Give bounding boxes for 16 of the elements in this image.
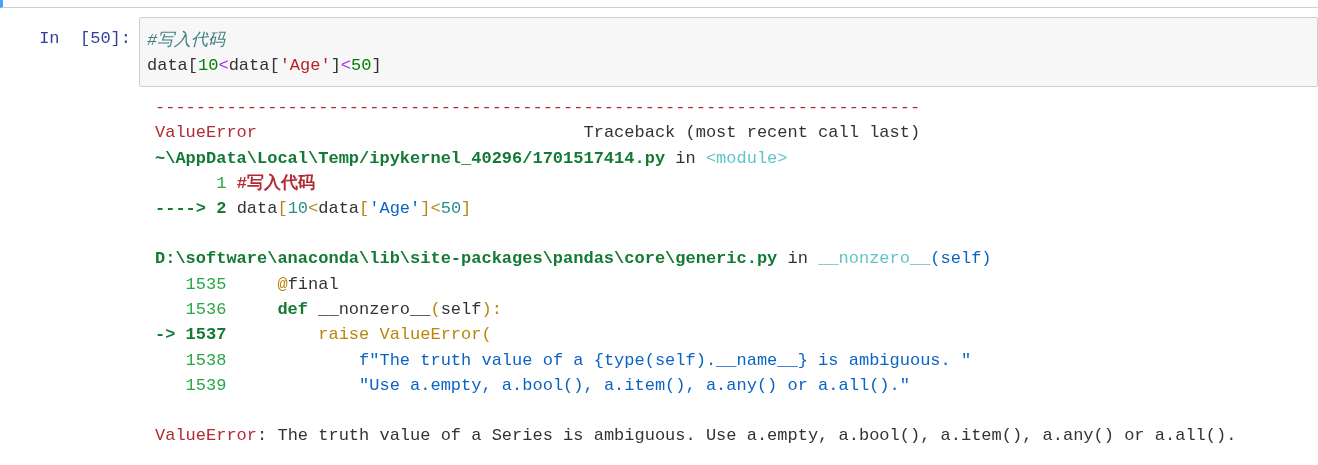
traceback-line: ValueError Traceback (most recent call last) — [155, 122, 921, 145]
traceback-line: 1538 f"The truth value of a {type(self).__name__} is ambiguous. " — [184, 349, 972, 372]
code-input[interactable]: #写入代码 data[10<data['Age']<50] — [139, 17, 1318, 87]
traceback-line: 1539 "Use a.empty, a.bool(), a.item(), a.any() or a.all()." — [184, 374, 910, 397]
code-line: data[10<data['Age']<50] — [147, 55, 382, 77]
traceback-line: -> 1537 raise ValueError( — [155, 324, 492, 347]
traceback-line: ~\AppData\Local\Temp/ipykernel_40296/1701517414.py in <module> — [155, 147, 788, 170]
traceback-line: 1 #写入代码 — [215, 172, 315, 195]
traceback-line: ----> 2 data[10<data['Age']<50] — [155, 198, 472, 221]
cell-prompt: In [50]: — [38, 28, 132, 50]
traceback-line: 1535 @final — [184, 273, 339, 296]
traceback-line: ValueError: The truth value of a Series is ambiguous. Use a.empty, a.bool(), a.item(), a.any() or a.all(). — [155, 425, 1237, 448]
traceback-line: D:\software\anaconda\lib\site-packages\pandas\core\generic.py in __nonzero__(self) — [155, 248, 992, 271]
code-line: #写入代码 — [147, 30, 226, 52]
traceback-line: --------------------------------------------------------------------------- — [155, 97, 921, 119]
traceback-line: 1536 def __nonzero__(self): — [184, 299, 502, 322]
